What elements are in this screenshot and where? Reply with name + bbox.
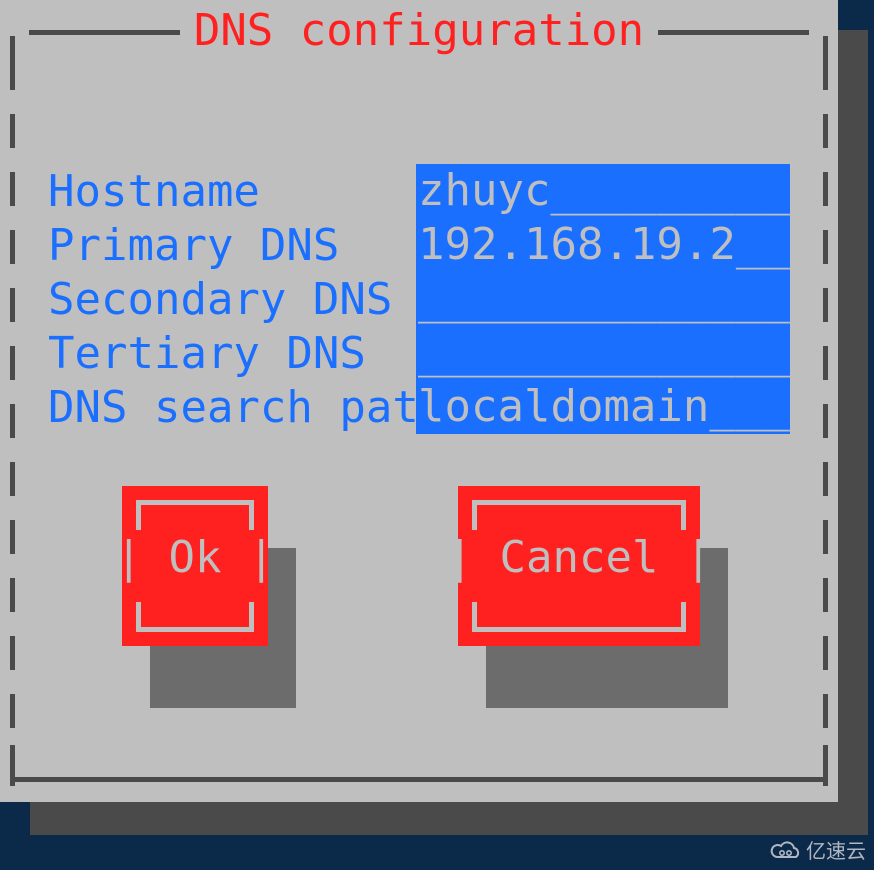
bracket-top-icon [472,496,686,524]
ok-button[interactable]: | Ok | [122,486,268,646]
label-dns-search-path: DNS search path [48,382,416,433]
bracket-bottom-icon [472,608,686,636]
pipe-icon: | [116,536,169,580]
pipe-icon: | [222,536,275,580]
input-hostname[interactable]: zhuyc__________ [416,164,790,218]
label-hostname: Hostname [48,166,416,217]
dns-form: Hostname zhuyc__________ Primary DNS 192… [48,164,790,434]
row-dns-search-path: DNS search path localdomain____ [48,380,790,434]
watermark-text: 亿速云 [806,835,866,864]
watermark: 亿速云 [768,835,866,864]
label-tertiary-dns: Tertiary DNS [48,328,416,379]
input-tertiary-dns[interactable]: _______________ [416,326,790,380]
input-primary-dns[interactable]: 192.168.19.2___ [416,218,790,272]
border-bottom [10,752,828,792]
row-hostname: Hostname zhuyc__________ [48,164,790,218]
row-tertiary-dns: Tertiary DNS _______________ [48,326,790,380]
ok-button-label: Ok [169,536,222,580]
label-primary-dns: Primary DNS [48,220,416,271]
border-top-left [29,30,180,35]
row-secondary-dns: Secondary DNS _______________ [48,272,790,326]
pipe-icon: | [658,536,711,580]
input-dns-search-path[interactable]: localdomain____ [416,380,790,434]
ok-button-wrap: | Ok | [122,486,268,646]
cancel-button-wrap: | Cancel | [458,486,700,646]
row-primary-dns: Primary DNS 192.168.19.2___ [48,218,790,272]
button-row: | Ok | | Cancel | [0,486,838,686]
cancel-button[interactable]: | Cancel | [458,486,700,646]
dialog-title: DNS configuration [180,5,658,56]
pipe-icon: | [447,536,500,580]
label-secondary-dns: Secondary DNS [48,274,416,325]
input-secondary-dns[interactable]: _______________ [416,272,790,326]
border-top-right [658,30,809,35]
dialog-title-bar: DNS configuration [10,6,828,54]
cancel-button-label: Cancel [500,536,659,580]
bracket-bottom-icon [136,608,254,636]
dns-config-dialog: DNS configuration Hostname zhuyc________… [0,0,838,802]
bracket-top-icon [136,496,254,524]
cloud-icon [768,839,802,861]
